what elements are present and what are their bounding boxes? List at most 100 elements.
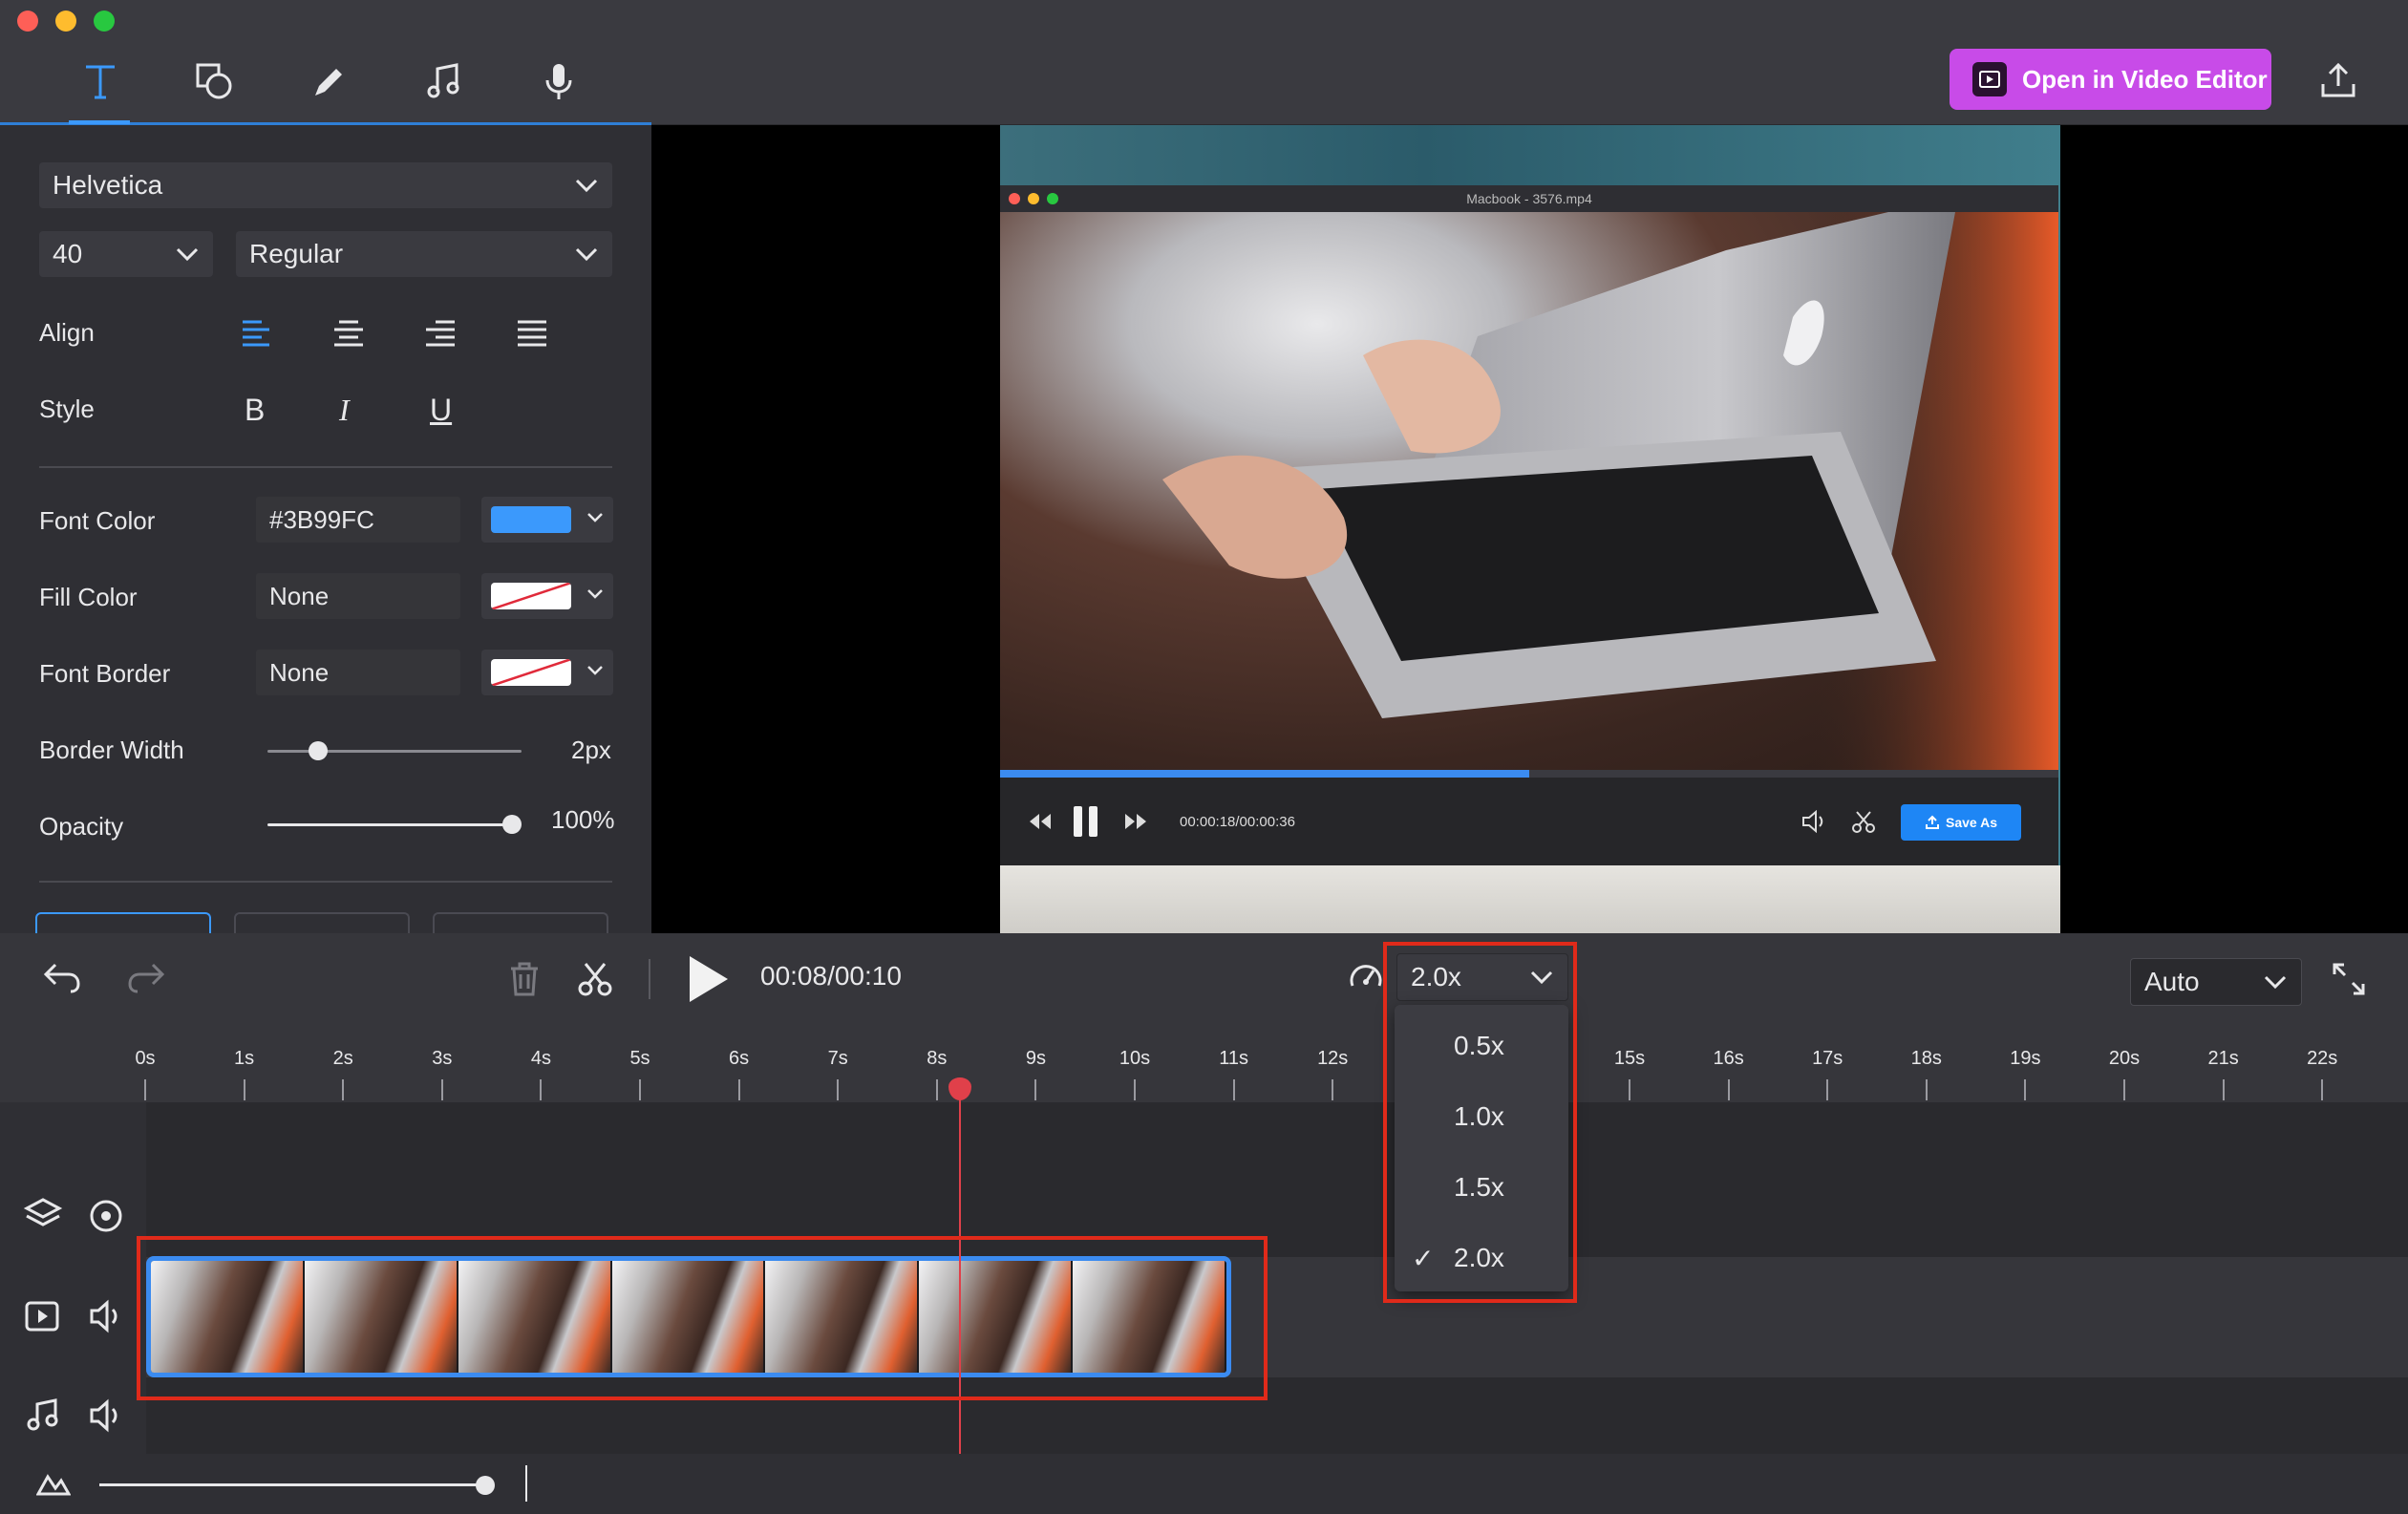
align-center-button[interactable] — [332, 319, 365, 352]
bold-button[interactable]: B — [245, 393, 265, 428]
ruler-tick-label: 16s — [1713, 1048, 1744, 1069]
italic-button[interactable]: I — [339, 393, 350, 428]
ruler-tick — [1332, 1079, 1334, 1100]
desk-surface — [1000, 865, 2060, 933]
play-button[interactable] — [684, 953, 732, 1010]
visibility-icon[interactable] — [88, 1198, 124, 1239]
ruler-tick-label: 10s — [1119, 1048, 1151, 1069]
play-icon — [690, 956, 728, 1002]
speed-icon — [1347, 959, 1385, 1002]
video-frame-content — [1000, 212, 2058, 772]
recorded-scissors-icon[interactable] — [1851, 810, 1876, 840]
undo-button[interactable] — [42, 961, 82, 1000]
ruler-tick — [440, 1079, 443, 1100]
border-width-slider[interactable] — [267, 750, 522, 753]
underline-button[interactable]: U — [430, 393, 452, 428]
rewind-icon[interactable] — [1028, 810, 1053, 838]
fill-color-input[interactable]: None — [256, 573, 460, 619]
video-track-volume-icon[interactable] — [88, 1297, 126, 1340]
fast-forward-icon[interactable] — [1123, 810, 1148, 838]
ruler-tick — [2321, 1079, 2324, 1100]
font-color-label: Font Color — [39, 506, 156, 535]
shape-tool-button[interactable] — [182, 50, 245, 113]
font-border-input[interactable]: None — [256, 650, 460, 695]
timeline-zoom-select[interactable]: Auto — [2130, 958, 2302, 1006]
chevron-down-icon — [586, 587, 604, 606]
font-size-value: 40 — [53, 239, 83, 268]
ruler-tick — [1925, 1079, 1928, 1100]
recorded-progress-fill — [1000, 770, 1529, 778]
recorded-minimize-dot — [1028, 193, 1039, 204]
ruler-tick-label: 4s — [530, 1048, 551, 1069]
ruler-tick-label: 6s — [729, 1048, 750, 1069]
align-left-icon — [243, 320, 269, 347]
pencil-icon — [315, 69, 342, 96]
chevron-down-icon — [574, 170, 599, 201]
maximize-window-button[interactable] — [94, 11, 115, 32]
align-right-icon — [426, 320, 455, 347]
microphone-icon — [545, 64, 572, 99]
export-button[interactable] — [2312, 53, 2365, 107]
font-color-picker[interactable] — [481, 497, 613, 543]
ruler-tick — [1232, 1079, 1235, 1100]
split-button[interactable] — [578, 961, 612, 1002]
ruler-tick — [737, 1079, 740, 1100]
border-width-label: Border Width — [39, 736, 184, 764]
share-upload-icon — [2321, 62, 2355, 97]
delete-button[interactable] — [508, 961, 541, 1002]
timeline-zoom-slider-knob[interactable] — [476, 1476, 495, 1495]
align-left-button[interactable] — [241, 319, 273, 352]
ruler-tick — [540, 1079, 543, 1100]
opacity-value: 100% — [551, 805, 615, 834]
opacity-label: Opacity — [39, 812, 124, 841]
timeline-zoom-slider[interactable] — [99, 1483, 485, 1486]
music-track-volume-icon[interactable] — [88, 1397, 126, 1439]
ruler-tick — [243, 1079, 245, 1100]
opacity-slider[interactable] — [267, 823, 512, 826]
border-width-value: 2px — [571, 736, 611, 764]
ruler-tick — [1034, 1079, 1037, 1100]
font-family-select[interactable]: Helvetica — [39, 162, 612, 208]
recorded-save-as-button[interactable]: Save As — [1901, 804, 2021, 841]
recorded-player-controls — [1000, 778, 2058, 865]
ruler-tick — [1727, 1079, 1730, 1100]
recorded-window-title: Macbook - 3576.mp4 — [1000, 185, 2058, 212]
text-tool-button[interactable] — [69, 50, 132, 113]
no-color-swatch — [491, 583, 571, 609]
close-window-button[interactable] — [17, 11, 38, 32]
font-color-hex-input[interactable]: #3B99FC — [256, 497, 460, 543]
ruler-tick-label: 3s — [432, 1048, 453, 1069]
layers-icon[interactable] — [23, 1196, 63, 1239]
ruler-tick — [1629, 1079, 1630, 1100]
minimize-window-button[interactable] — [55, 11, 76, 32]
open-in-video-editor-button[interactable]: Open in Video Editor — [1950, 49, 2271, 110]
pause-icon[interactable] — [1070, 804, 1102, 843]
ruler-tick-label: 17s — [1812, 1048, 1843, 1069]
redo-icon — [128, 963, 165, 993]
opacity-slider-knob[interactable] — [502, 815, 522, 834]
chevron-down-icon — [2263, 967, 2288, 997]
open-in-video-editor-label: Open in Video Editor — [2022, 64, 2268, 94]
microphone-tool-button[interactable] — [527, 50, 590, 113]
chevron-down-icon — [586, 511, 604, 529]
fill-color-picker[interactable] — [481, 573, 613, 619]
overlay-track[interactable] — [146, 1102, 2408, 1255]
music-tool-button[interactable] — [413, 50, 476, 113]
draw-tool-button[interactable] — [298, 50, 361, 113]
chevron-down-icon — [175, 239, 200, 269]
font-size-select[interactable]: 40 — [39, 231, 213, 277]
panel-divider — [39, 466, 612, 468]
font-weight-select[interactable]: Regular — [236, 231, 612, 277]
redo-button[interactable] — [126, 961, 166, 1000]
recorded-volume-icon[interactable] — [1801, 809, 1828, 838]
fullscreen-button[interactable] — [2331, 961, 2367, 1002]
ruler-tick-label: 7s — [827, 1048, 848, 1069]
font-border-color-picker[interactable] — [481, 650, 613, 695]
align-right-button[interactable] — [424, 319, 457, 352]
timeline-ruler[interactable] — [0, 1034, 2408, 1102]
style-label: Style — [39, 394, 95, 423]
ruler-tick-label: 1s — [234, 1048, 255, 1069]
align-justify-button[interactable] — [516, 319, 548, 352]
undo-icon — [43, 963, 80, 993]
video-track-icon — [23, 1297, 61, 1340]
